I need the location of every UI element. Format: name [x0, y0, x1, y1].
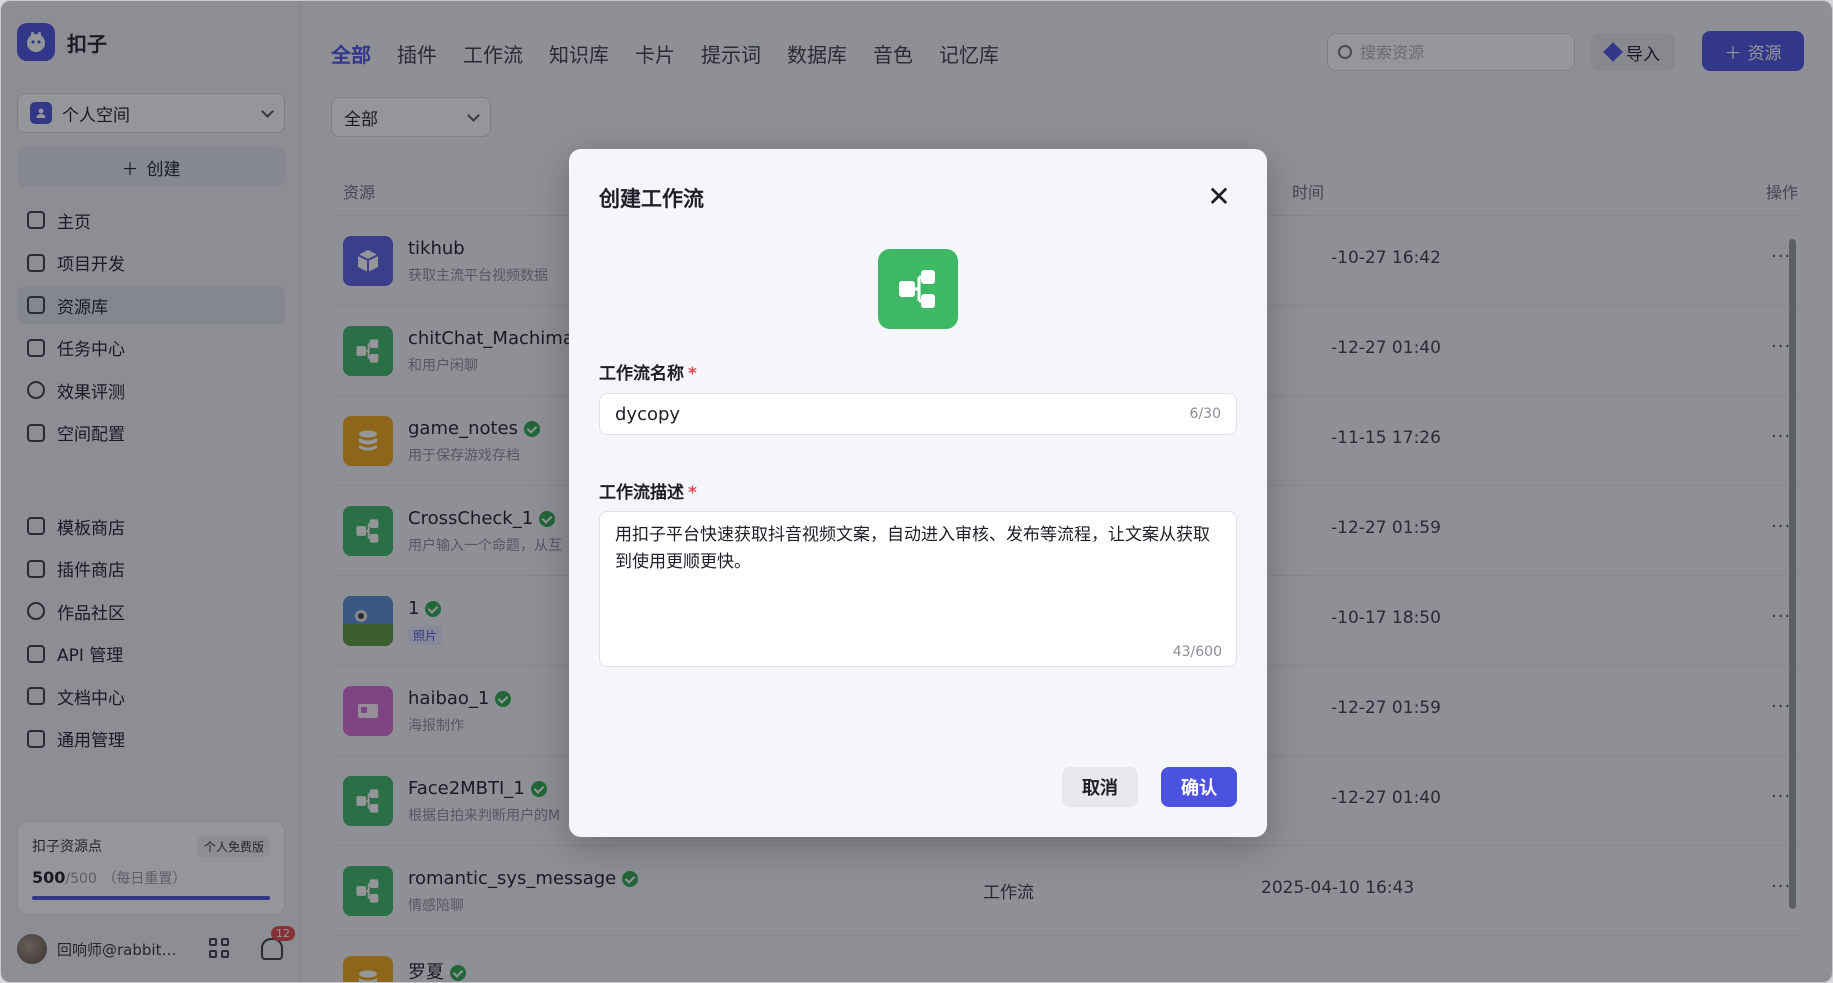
cancel-button[interactable]: 取消	[1062, 767, 1138, 807]
required-mark: *	[688, 483, 697, 503]
name-field-label: 工作流名称 *	[599, 359, 697, 384]
create-workflow-dialog: 创建工作流 ✕ 工作流名称* 6/30 工作流描述* 43/600 取消 确认	[569, 149, 1267, 837]
workflow-name-field: 6/30	[599, 393, 1237, 435]
workflow-desc-field: 43/600	[599, 511, 1237, 667]
workflow-name-input[interactable]	[615, 403, 1190, 425]
desc-label-text: 工作流描述	[599, 483, 684, 503]
desc-char-counter: 43/600	[1172, 644, 1222, 660]
close-icon[interactable]: ✕	[1205, 183, 1233, 211]
app-window: 扣子 个人空间 ＋ 创建 主页 项目开发 资源库 任务中心 效果评测 空间配置 …	[0, 0, 1833, 983]
workflow-icon[interactable]	[878, 249, 958, 329]
workflow-desc-textarea[interactable]	[615, 522, 1223, 632]
confirm-button[interactable]: 确认	[1161, 767, 1237, 807]
name-label-text: 工作流名称	[599, 364, 684, 384]
desc-field-label: 工作流描述 *	[599, 478, 697, 503]
required-mark: *	[688, 364, 697, 384]
name-char-counter: 6/30	[1189, 406, 1221, 422]
dialog-title: 创建工作流	[599, 187, 704, 211]
